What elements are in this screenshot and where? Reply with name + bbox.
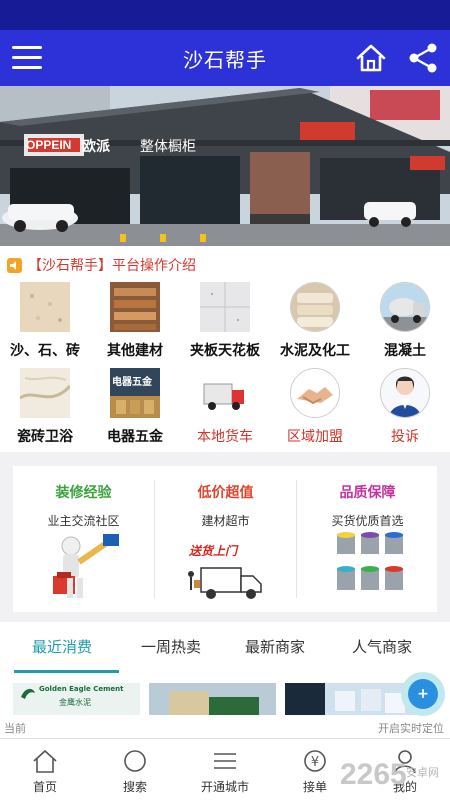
eagle-logo-icon [21,688,35,699]
handshake-icon [290,368,340,418]
nav-label: 开通城市 [200,780,249,794]
delivery-truck-icon [188,567,262,599]
list-icon [214,753,236,769]
site-watermark: 2265 安卓网 [340,758,448,796]
promo-panel: 装修经验 业主交流社区 低价超值 建材超市 送货上门 品质保障 买货优质首选 [13,466,437,612]
tile-icon [20,368,70,418]
nav-label: 搜索 [122,780,147,794]
notice-text: 【沙石帮手】平台操作介绍 [28,258,196,274]
nav-search[interactable]: 搜索 [90,739,180,800]
category-label: 瓷砖卫浴 [17,429,73,445]
category-label: 混凝土 [384,343,426,359]
store-sign-sub: 整体橱柜 [140,139,196,155]
merchant-card-strip: Golden Eagle Cement 金鹰水泥 [0,683,450,715]
speaker-icon [7,257,22,273]
category-label: 电器五金 [107,429,163,445]
category-concrete[interactable]: 混凝土 [360,282,450,362]
category-label: 区域加盟 [287,429,343,445]
truck-icon [200,368,250,418]
promo-low-price[interactable]: 低价超值 建材超市 送货上门 [155,466,296,612]
category-grid: 沙、石、砖 其他建材 夹板天花板 水泥及化工 混凝土 瓷砖卫浴 电器五金 电器五… [0,282,450,450]
merchant-card[interactable]: Golden Eagle Cement 金鹰水泥 [13,683,140,715]
floating-add-button[interactable]: + [401,672,445,716]
yuan-icon: ¥ [304,750,326,772]
category-cement-chemical[interactable]: 水泥及化工 [270,282,360,362]
nav-open-cities[interactable]: 开通城市 [180,739,270,800]
active-tab-indicator [14,670,119,673]
home-icon [33,749,57,773]
promo-title: 品质保障 [339,485,396,501]
category-tile-bath[interactable]: 瓷砖卫浴 [0,368,90,448]
category-sand-stone-brick[interactable]: 沙、石、砖 [0,282,90,362]
painter-icon [53,534,119,598]
building-material-icon [110,282,160,332]
promo-subtitle: 建材超市 [201,514,250,528]
category-regional-franchise[interactable]: 区域加盟 [270,368,360,448]
merchant-card[interactable] [285,683,415,715]
current-location-label: 当前 [4,722,26,735]
merchant-card[interactable] [149,683,276,715]
paint-buckets-icon [337,532,403,590]
ceiling-board-icon [200,282,250,332]
tab-new-merchants[interactable]: 最新商家 [245,636,305,657]
app-title: 沙石帮手 [183,47,267,72]
add-icon: + [408,679,438,709]
tab-bar: 最近消费 一周热卖 最新商家 人气商家 [0,622,450,672]
category-label: 水泥及化工 [280,343,350,359]
category-label: 本地货车 [197,429,253,445]
category-local-truck[interactable]: 本地货车 [180,368,270,448]
hardware-icon: 电器五金 [110,368,160,418]
category-plywood-ceiling[interactable]: 夹板天花板 [180,282,270,362]
promo-subtitle: 业主交流社区 [47,514,120,528]
promo-title: 低价超值 [197,485,254,501]
nav-label: 接单 [302,780,327,794]
cement-bag-icon [290,282,340,332]
tab-popular-merchants[interactable]: 人气商家 [352,636,412,657]
promo-subtitle: 买货优质首选 [331,514,404,528]
search-icon [124,750,146,772]
store-sign-cn: 欧派 [82,139,110,155]
category-other-materials[interactable]: 其他建材 [90,282,180,362]
banner-image[interactable]: OPPEIN 欧派 整体橱柜 [0,86,450,246]
category-label: 夹板天花板 [190,343,260,359]
delivery-slogan: 送货上门 [189,544,238,558]
storefront-photo [0,86,450,246]
top-app-bar: 沙石帮手 [0,30,450,86]
category-label: 其他建材 [107,343,163,359]
enable-realtime-location-link[interactable]: 开启实时定位 [378,720,444,736]
watermark-site: 安卓网 [406,766,439,779]
promo-quality-guarantee[interactable]: 品质保障 买货优质首选 [297,466,438,612]
service-agent-icon [380,368,430,418]
status-bar [0,0,450,30]
hardware-thumb-text: 电器五金 [112,377,152,388]
menu-icon[interactable] [12,42,42,72]
store-sign-logo: OPPEIN [26,138,72,152]
promo-decoration-experience[interactable]: 装修经验 业主交流社区 [13,466,154,612]
category-electrical-hardware[interactable]: 电器五金 电器五金 [90,368,180,448]
watermark-brand: 2265 [340,758,407,791]
category-label: 投诉 [391,429,419,445]
home-icon[interactable] [355,42,387,74]
sand-icon [20,282,70,332]
location-bar: 当前 开启实时定位 [0,716,450,736]
nav-home[interactable]: 首页 [0,739,90,800]
share-icon[interactable] [408,42,438,74]
card-brand-en: Golden Eagle Cement [39,685,124,693]
category-label: 沙、石、砖 [10,343,80,359]
card-brand-cn: 金鹰水泥 [59,698,91,707]
concrete-mixer-icon [380,282,430,332]
notice-bar[interactable]: 【沙石帮手】平台操作介绍 [0,253,450,277]
promo-title: 装修经验 [55,485,112,501]
tab-weekly-hot[interactable]: 一周热卖 [141,636,201,657]
tab-recent-purchases[interactable]: 最近消费 [32,636,92,657]
yuan-glyph: ¥ [311,755,319,770]
nav-label: 首页 [32,780,57,794]
category-complaint[interactable]: 投诉 [360,368,450,448]
